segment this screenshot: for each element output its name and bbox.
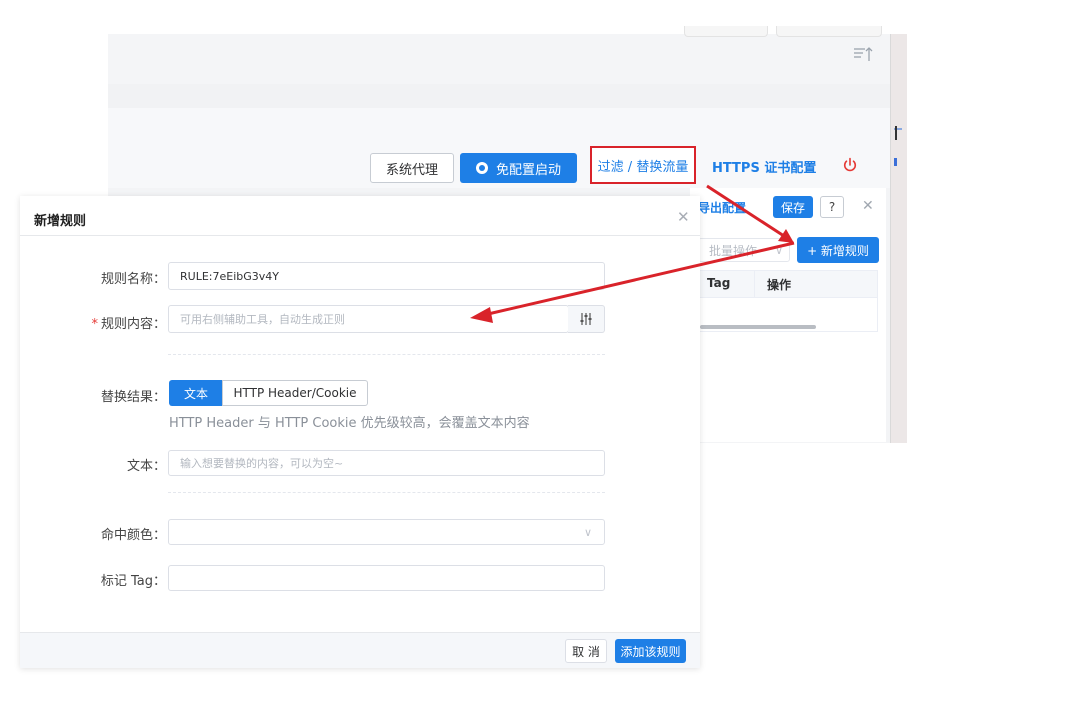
free-config-start-button[interactable]: 免配置启动 [460,153,577,183]
dialog-close-icon[interactable]: ✕ [677,208,690,226]
save-button[interactable]: 保存 [773,196,813,218]
sort-icon-graphic [854,47,873,61]
column-divider [754,270,755,298]
close-icon[interactable]: ✕ [862,198,874,214]
rule-name-label: 规则名称： [100,272,166,287]
power-icon-graphic [843,157,857,172]
tag-input[interactable] [168,565,605,591]
right-edge-strip [890,34,907,443]
text-label: 文本： [126,459,166,474]
rule-content-label-text: 规则内容： [100,317,166,332]
regex-tool-icon[interactable] [568,305,605,333]
form-divider [168,354,605,355]
replace-hint-text: HTTP Header 与 HTTP Cookie 优先级较高，会覆盖文本内容 [169,416,530,431]
chevron-down-icon: ∨ [583,525,592,539]
chrome-icon [475,162,488,174]
add-rule-button[interactable]: + 新增规则 [797,237,879,263]
free-config-start-label: 免配置启动 [495,162,561,178]
background-tabs [684,26,882,37]
export-config-link[interactable]: 导出配置 [698,199,746,216]
column-header-tag: Tag [707,276,731,290]
column-header-action: 操作 [767,278,792,292]
dialog-title: 新增规则 [34,214,87,229]
horizontal-scrollbar[interactable] [700,325,816,329]
replace-option-text[interactable]: 文本 [169,380,223,406]
hit-color-select[interactable]: ∨ [168,519,605,545]
help-icon[interactable]: ? [820,196,844,218]
cancel-button[interactable]: 取 消 [565,639,607,663]
system-proxy-button[interactable]: 系统代理 [370,153,454,183]
background-toolbar [108,84,906,109]
add-this-rule-button[interactable]: 添加该规则 [615,639,686,663]
background-header [108,34,906,85]
required-star: * [91,317,98,332]
form-divider [168,492,605,493]
tag-label: 标记 Tag： [100,574,166,589]
rule-content-input[interactable]: 可用右侧辅助工具，自动生成正则 [168,305,569,333]
replace-result-label: 替换结果： [100,390,166,405]
tab-https-config[interactable]: HTTPS 证书配置 [712,157,816,176]
chevron-down-icon: ∨ [774,243,783,257]
tab-filter-replace[interactable]: 过滤 / 替换流量 [590,146,696,184]
rule-name-input[interactable]: RULE:7eEibG3v4Y [168,262,605,290]
regex-tool-graphic [580,313,592,325]
rule-content-label: * 规则内容： [88,313,166,332]
replace-text-input[interactable]: 输入想要替换的内容，可以为空~ [168,450,605,476]
dialog-header [20,196,700,236]
batch-action-select[interactable]: 批量操作 ∨ [698,238,790,262]
sort-icon[interactable] [852,46,874,66]
background-toolbar-row [108,108,906,143]
power-icon[interactable] [842,157,858,177]
batch-action-placeholder: 批量操作 [709,243,758,258]
replace-option-http-header-cookie[interactable]: HTTP Header/Cookie [222,380,368,406]
hit-color-label: 命中颜色： [100,528,166,543]
